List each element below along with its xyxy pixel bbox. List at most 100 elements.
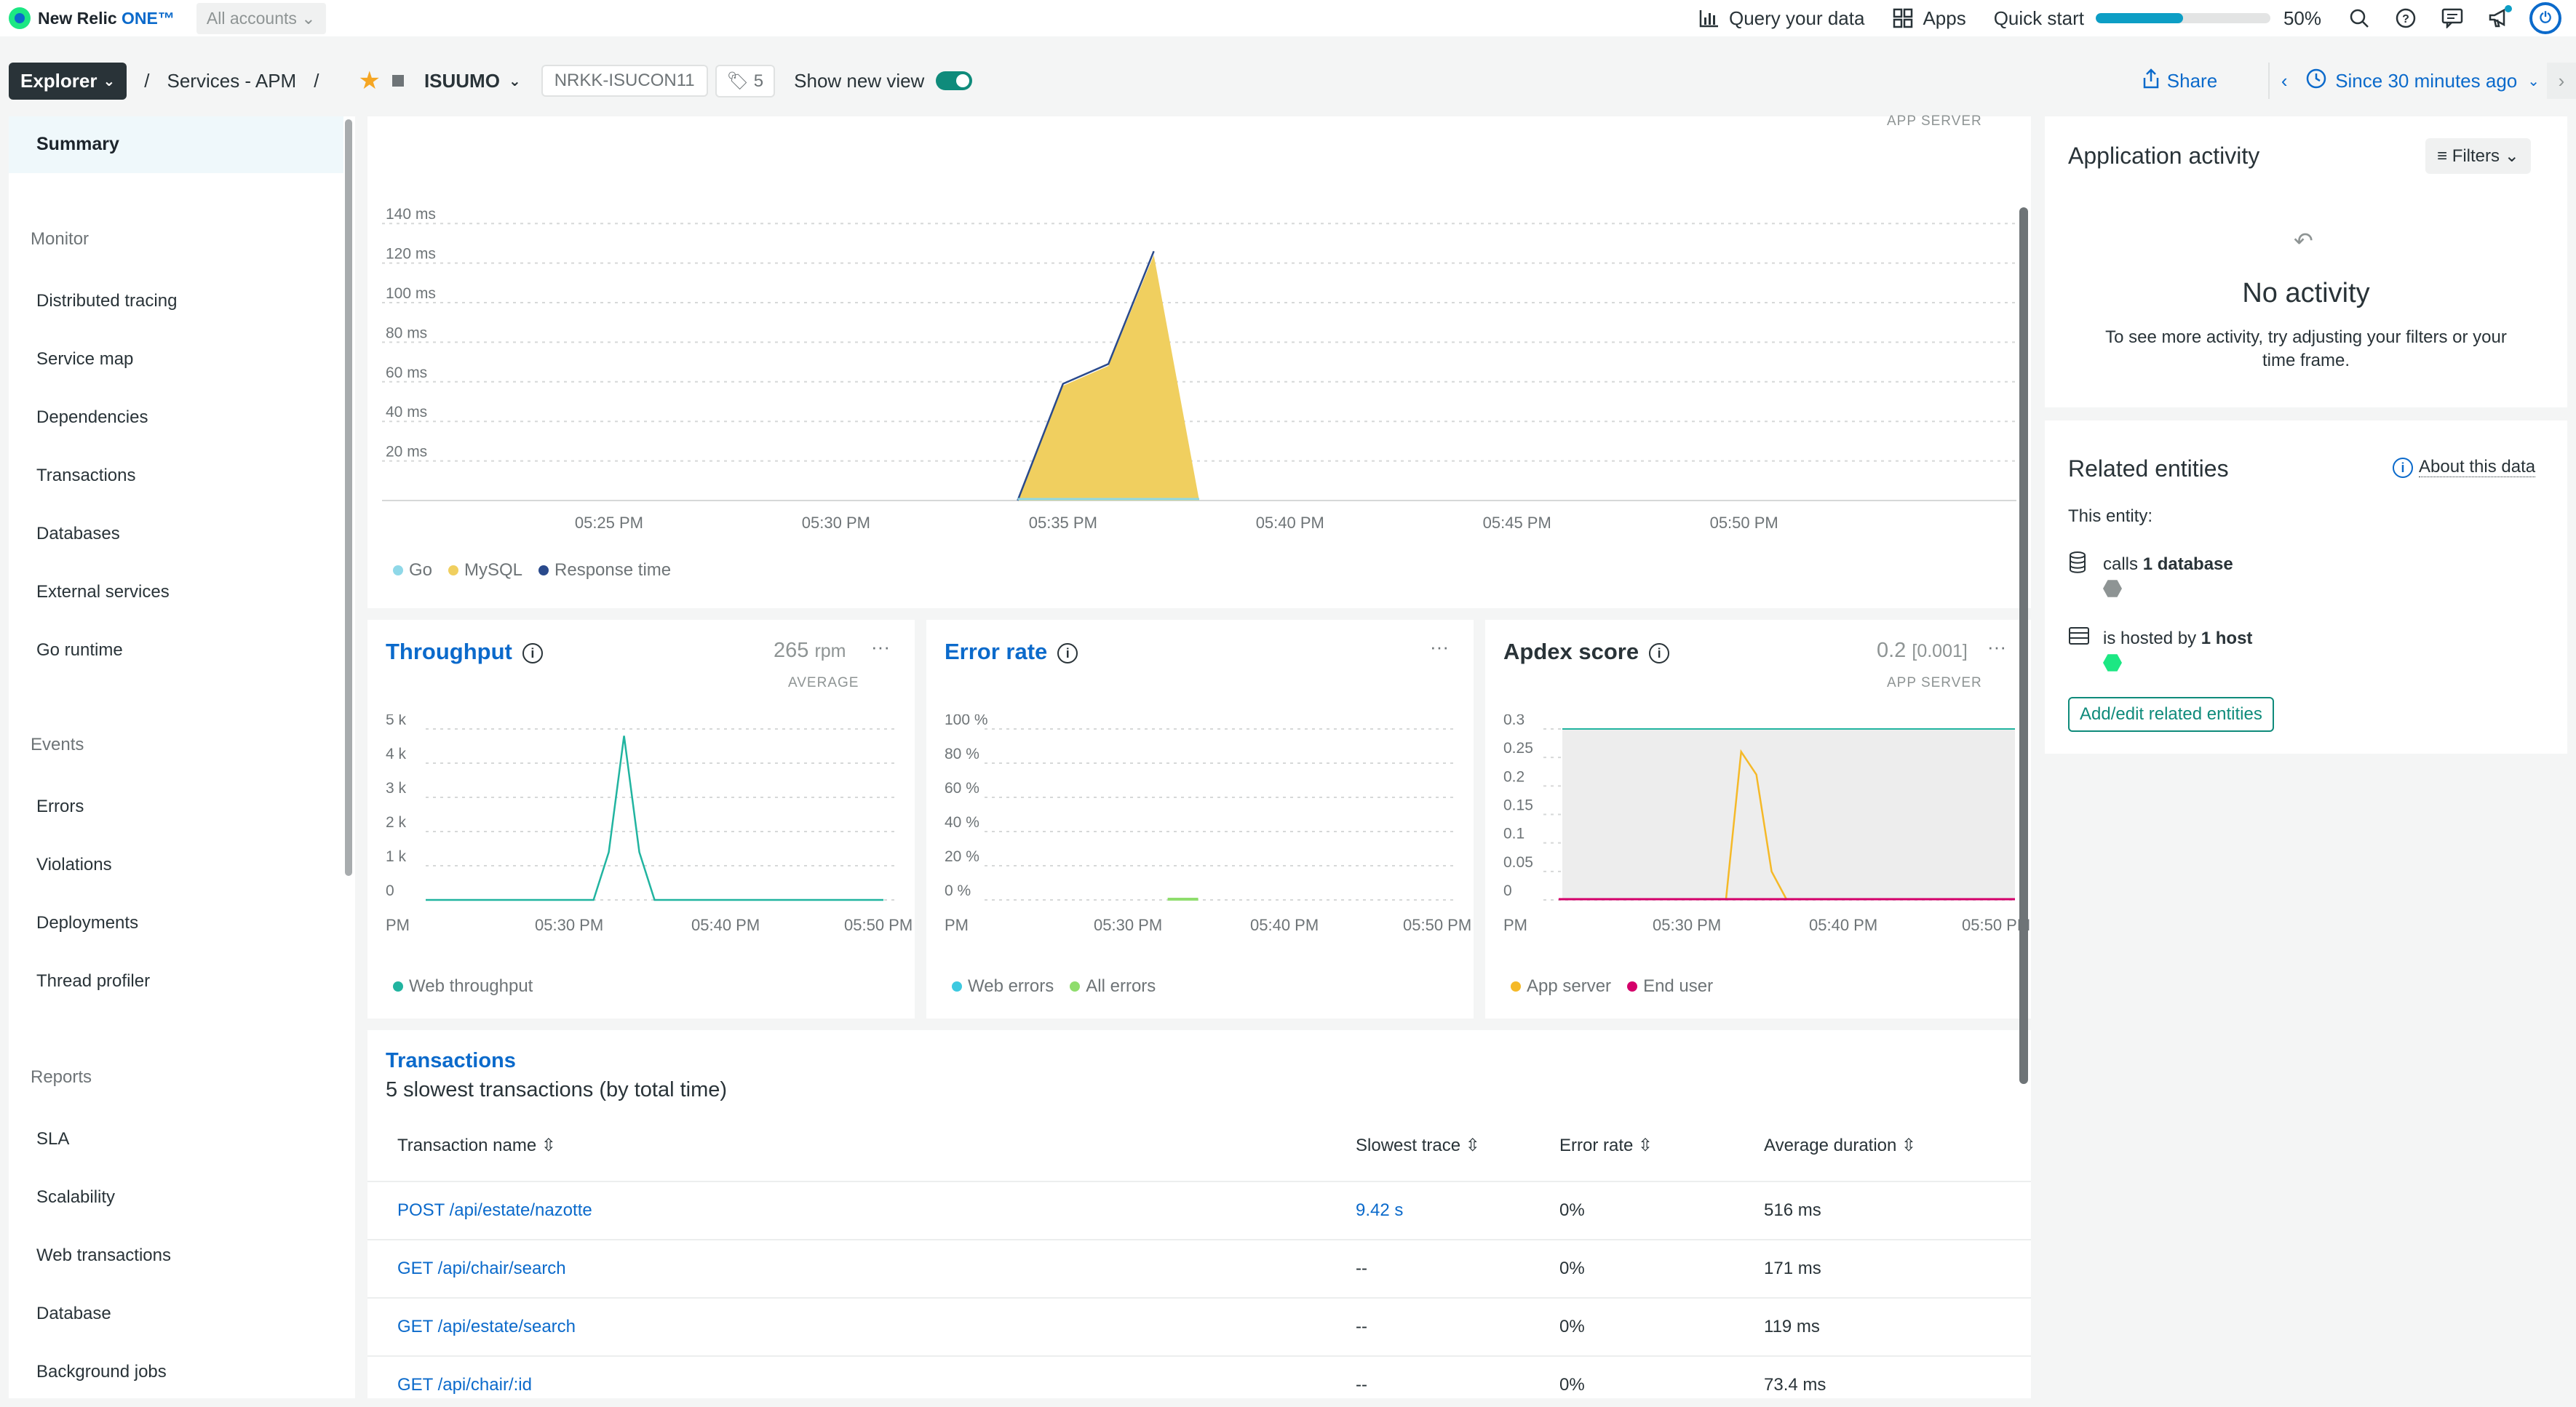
- time-next-chevron-icon[interactable]: ›: [2547, 63, 2576, 99]
- sidebar-item-service-map[interactable]: Service map: [36, 349, 133, 370]
- column-header-slowest-trace[interactable]: Slowest trace ⇳: [1356, 1135, 1480, 1156]
- y-tick-label: 40 %: [945, 814, 979, 831]
- sidebar-item-databases[interactable]: Databases: [36, 524, 120, 544]
- calls-database-link[interactable]: calls 1 database: [2103, 554, 2233, 575]
- y-tick-label: 80 ms: [386, 324, 427, 341]
- y-tick-label: 140 ms: [386, 206, 436, 223]
- transaction-name-link[interactable]: GET /api/chair/:id: [397, 1375, 532, 1395]
- quick-start-button[interactable]: Quick start 50%: [1994, 7, 2321, 30]
- slowest-trace-value: --: [1356, 1375, 1367, 1395]
- apdex-title[interactable]: Apdex score: [1503, 639, 1639, 664]
- sidebar-item-external-services[interactable]: External services: [36, 582, 170, 602]
- apdex-card: Apdex score i 0.2 [0.001] APP SERVER ··· …: [1485, 620, 2031, 1019]
- share-button[interactable]: Share: [2142, 68, 2217, 94]
- y-tick-label: 0.2: [1503, 768, 1524, 785]
- x-tick-label: 05:50 PM: [844, 916, 913, 934]
- show-new-view-toggle[interactable]: [936, 71, 973, 90]
- y-tick-label: 4 k: [386, 746, 407, 762]
- info-icon[interactable]: i: [522, 642, 543, 663]
- column-header-average-duration[interactable]: Average duration ⇳: [1764, 1135, 1916, 1156]
- transaction-name-link[interactable]: GET /api/estate/search: [397, 1317, 576, 1337]
- search-icon[interactable]: [2346, 5, 2372, 31]
- hosted-by-host-link[interactable]: is hosted by 1 host: [2103, 629, 2252, 649]
- more-options-icon[interactable]: ···: [1987, 636, 2006, 658]
- legend-label: MySQL: [464, 560, 523, 580]
- sidebar-item-deployments[interactable]: Deployments: [36, 913, 138, 933]
- main-scrollbar[interactable]: [2019, 207, 2028, 1084]
- feedback-icon[interactable]: [2439, 5, 2465, 31]
- column-header-error-rate[interactable]: Error rate ⇳: [1559, 1135, 1653, 1156]
- legend-item-all-errors[interactable]: All errors: [1070, 976, 1156, 997]
- error-rate-value: 0%: [1559, 1317, 1585, 1336]
- explorer-button[interactable]: Explorer ⌄: [9, 62, 127, 100]
- info-icon[interactable]: i: [1057, 642, 1078, 663]
- entity-name: ISUUMO: [424, 69, 500, 92]
- user-menu-power-icon[interactable]: ⏻: [2529, 2, 2561, 34]
- share-label: Share: [2166, 69, 2218, 92]
- tags-chip[interactable]: 🏷︎ 5: [715, 64, 776, 97]
- x-tick-label: 05:50 PM: [1710, 514, 1778, 532]
- slowest-trace-value: --: [1356, 1317, 1367, 1336]
- sidebar-item-background-jobs[interactable]: Background jobs: [36, 1362, 167, 1382]
- legend-swatch: [393, 981, 403, 992]
- column-header-transaction-name[interactable]: Transaction name ⇳: [397, 1135, 556, 1156]
- error-rate-legend: Web errors All errors: [952, 976, 1172, 997]
- sidebar-item-distributed-tracing[interactable]: Distributed tracing: [36, 291, 177, 311]
- breadcrumb-separator: /: [314, 69, 319, 92]
- favorite-star-icon[interactable]: ★: [358, 66, 380, 95]
- filters-button[interactable]: ≡ Filters ⌄: [2425, 138, 2531, 174]
- sidebar-item-thread-profiler[interactable]: Thread profiler: [36, 971, 150, 992]
- slowest-trace-value: --: [1356, 1259, 1367, 1278]
- time-prev-chevron-icon[interactable]: ‹: [2270, 70, 2299, 92]
- announcements-icon[interactable]: [2486, 5, 2512, 31]
- legend-item-web-throughput[interactable]: Web throughput: [393, 976, 533, 997]
- sidebar-scrollbar[interactable]: [345, 119, 352, 876]
- account-selector[interactable]: All accounts ⌄: [196, 2, 326, 34]
- y-tick-label: 5 k: [386, 714, 407, 728]
- y-tick-label: 120 ms: [386, 246, 436, 263]
- about-this-data-link[interactable]: i About this data: [2393, 457, 2536, 478]
- more-options-icon[interactable]: ···: [1430, 636, 1449, 658]
- transactions-title[interactable]: Transactions: [386, 1049, 516, 1073]
- entity-name-dropdown[interactable]: ISUUMO ⌄: [424, 70, 521, 92]
- info-icon[interactable]: i: [1649, 642, 1670, 663]
- sidebar-item-go-runtime[interactable]: Go runtime: [36, 640, 123, 661]
- add-edit-related-entities-button[interactable]: Add/edit related entities: [2068, 697, 2274, 732]
- slowest-trace-link[interactable]: 9.42 s: [1356, 1200, 1403, 1221]
- throughput-title[interactable]: Throughput: [386, 639, 512, 664]
- apps-button[interactable]: Apps: [1892, 7, 1966, 30]
- legend-item-mysql[interactable]: MySQL: [448, 560, 522, 581]
- new-relic-logo[interactable]: New Relic ONE™: [9, 7, 175, 29]
- account-chip[interactable]: NRKK-ISUCON11: [541, 65, 708, 97]
- legend-item-app-server[interactable]: App server: [1511, 976, 1611, 997]
- sidebar-item-sla[interactable]: SLA: [36, 1129, 69, 1149]
- sidebar-item-scalability[interactable]: Scalability: [36, 1187, 115, 1208]
- table-divider: [367, 1239, 2031, 1240]
- legend-item-response-time[interactable]: Response time: [538, 560, 671, 581]
- y-tick-label: 100 ms: [386, 285, 436, 302]
- legend-label: Web errors: [968, 976, 1054, 996]
- transaction-name-link[interactable]: GET /api/chair/search: [397, 1259, 566, 1279]
- legend-item-end-user[interactable]: End user: [1627, 976, 1713, 997]
- x-tick-label: PM: [1503, 916, 1527, 934]
- apdex-threshold-band: [1562, 729, 2015, 900]
- legend-item-go[interactable]: Go: [393, 560, 432, 581]
- x-tick-label: 05:50 PM: [1403, 916, 1471, 934]
- breadcrumb-services-apm[interactable]: Services - APM: [167, 70, 297, 92]
- error-rate-title[interactable]: Error rate: [945, 639, 1047, 664]
- sidebar-item-transactions[interactable]: Transactions: [36, 466, 136, 486]
- sidebar-item-violations[interactable]: Violations: [36, 855, 112, 875]
- legend-item-web-errors[interactable]: Web errors: [952, 976, 1054, 997]
- sidebar-item-errors[interactable]: Errors: [36, 797, 84, 817]
- query-your-data-button[interactable]: Query your data: [1698, 7, 1864, 30]
- more-options-icon[interactable]: ···: [871, 636, 890, 658]
- apdex-sub: APP SERVER: [1887, 675, 1982, 690]
- transaction-name-link[interactable]: POST /api/estate/nazotte: [397, 1200, 592, 1221]
- sidebar-item-database[interactable]: Database: [36, 1304, 111, 1324]
- time-range-dropdown[interactable]: Since 30 minutes ago ⌄: [2299, 68, 2547, 94]
- help-icon[interactable]: ?: [2393, 5, 2419, 31]
- apdex-legend: App server End user: [1511, 976, 1729, 997]
- sidebar-item-dependencies[interactable]: Dependencies: [36, 407, 148, 428]
- database-icon: [2068, 551, 2087, 577]
- sidebar-item-web-transactions[interactable]: Web transactions: [36, 1245, 171, 1266]
